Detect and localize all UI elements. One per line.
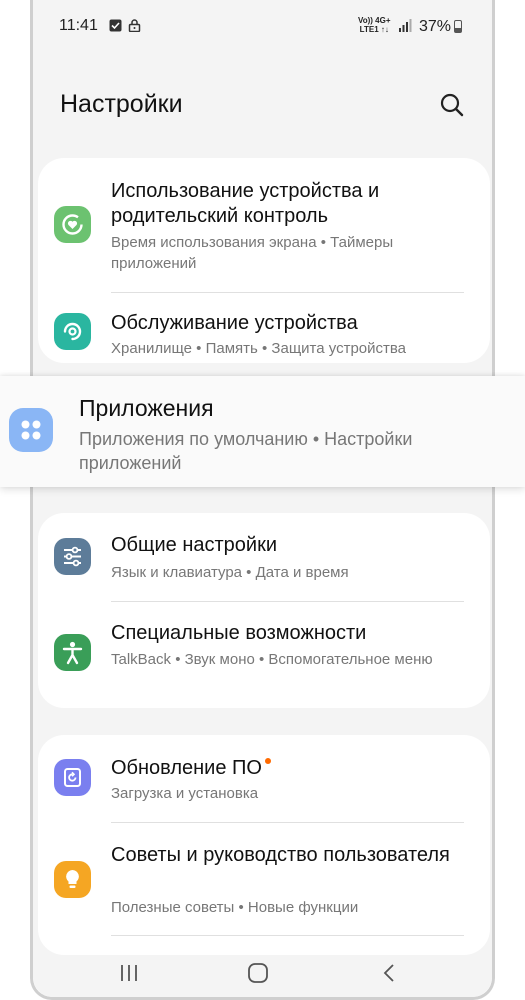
battery-percent: 37% xyxy=(419,18,452,35)
item-subtitle: Хранилище • Память • Защита устройства xyxy=(111,340,407,357)
item-apps[interactable]: Приложения Приложения по умолчанию • Нас… xyxy=(0,376,525,487)
item-title: Использование устройства и родительский … xyxy=(111,180,380,227)
item-title: Специальные возможности xyxy=(111,622,367,644)
divider xyxy=(111,935,464,936)
item-software-update[interactable]: Обновление ПО Загрузка и установка xyxy=(38,735,490,822)
item-title: Обновление ПО xyxy=(111,756,471,781)
signal-icon xyxy=(399,19,412,32)
navigation-bar xyxy=(33,950,492,997)
status-bar: 11:41 Vo)) 4G+ LTE1 ↑↓ 37% xyxy=(33,0,492,46)
item-subtitle: TalkBack • Звук моно • Вспомогательное м… xyxy=(111,651,433,668)
network-top-text: Vo)) 4G+ xyxy=(358,16,391,25)
notification-check-icon xyxy=(109,19,122,32)
item-title: Общие настройки xyxy=(111,534,277,556)
item-subtitle: Приложения по умолчанию • Настройки прил… xyxy=(79,429,413,473)
item-title: Обслуживание устройства xyxy=(111,312,358,334)
item-maintenance[interactable]: Обслуживание устройства Хранилище • Памя… xyxy=(38,293,490,363)
accessibility-person-icon xyxy=(54,634,91,671)
item-tips[interactable]: Советы и руководство пользователя Полезн… xyxy=(38,823,490,935)
sliders-icon xyxy=(54,538,91,575)
item-subtitle: Загрузка и установка xyxy=(111,785,259,802)
settings-card-3: Обновление ПО Загрузка и установка Совет… xyxy=(38,735,490,955)
settings-card-1: Использование устройства и родительский … xyxy=(38,158,490,363)
device-care-icon xyxy=(54,313,91,350)
item-accessibility[interactable]: Специальные возможности TalkBack • Звук … xyxy=(38,602,490,708)
item-title: Советы и руководство пользователя xyxy=(111,844,450,866)
apps-grid-icon xyxy=(9,408,53,452)
item-subtitle: Полезные советы • Новые функции xyxy=(111,899,359,916)
item-device-usage[interactable]: Использование устройства и родительский … xyxy=(38,158,490,292)
page-title: Настройки xyxy=(60,90,183,118)
item-general[interactable]: Общие настройки Язык и клавиатура • Дата… xyxy=(38,513,490,601)
back-icon[interactable] xyxy=(379,962,401,984)
heart-timer-icon xyxy=(54,206,91,243)
settings-screen: 11:41 Vo)) 4G+ LTE1 ↑↓ 37% Настройки Исп… xyxy=(33,0,492,997)
item-subtitle: Язык и клавиатура • Дата и время xyxy=(111,564,349,581)
recents-icon[interactable] xyxy=(118,962,140,984)
lightbulb-icon xyxy=(54,861,91,898)
battery-icon xyxy=(454,20,462,33)
network-indicator: Vo)) 4G+ LTE1 ↑↓ xyxy=(358,16,391,34)
home-icon[interactable] xyxy=(247,962,269,984)
settings-card-2: Общие настройки Язык и клавиатура • Дата… xyxy=(38,513,490,708)
update-title-text: Обновление ПО xyxy=(111,757,262,779)
update-badge xyxy=(264,758,271,764)
search-icon[interactable] xyxy=(439,92,465,118)
item-title: Приложения xyxy=(79,395,214,421)
status-time: 11:41 xyxy=(59,17,98,34)
update-icon xyxy=(54,759,91,796)
lock-icon xyxy=(128,19,141,32)
network-bottom-text: LTE1 ↑↓ xyxy=(359,25,389,34)
item-subtitle: Время использования экрана • Таймеры при… xyxy=(111,234,394,272)
